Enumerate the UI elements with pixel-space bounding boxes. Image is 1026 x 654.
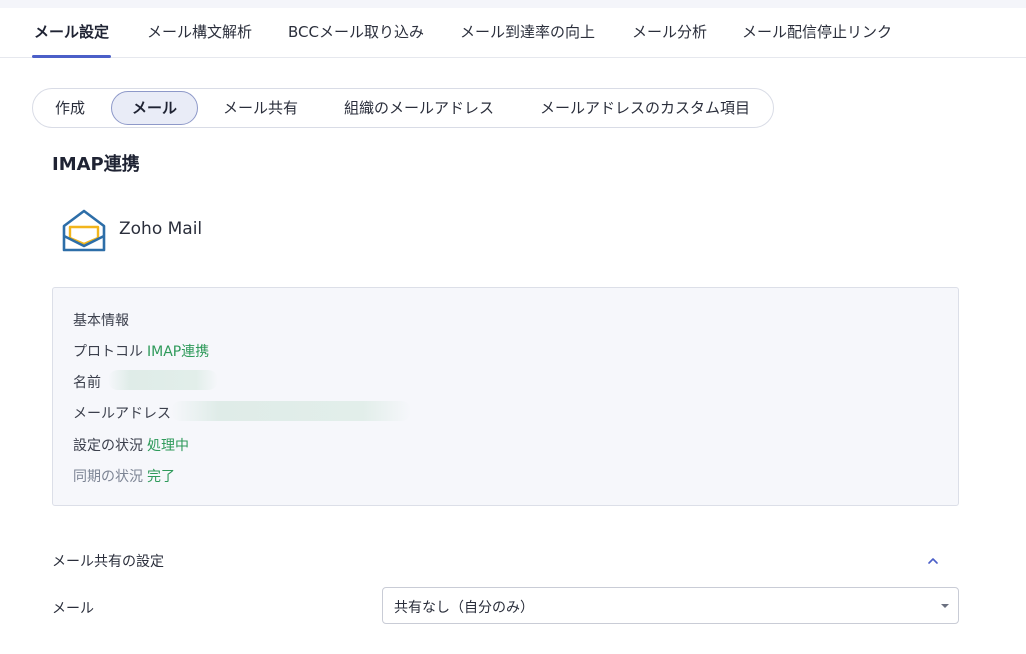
caret-down-icon: [941, 604, 949, 608]
sync-status-row: 同期の状況 完了: [73, 466, 175, 486]
protocol-row: プロトコル IMAP連携: [73, 341, 209, 361]
page: メール設定 メール構文解析 BCCメール取り込み メール到達率の向上 メール分析…: [0, 0, 1026, 654]
basic-info-heading: 基本情報: [73, 313, 129, 329]
sub-tab-org-email[interactable]: 組織のメールアドレス: [344, 89, 494, 127]
main-tab-deliverability[interactable]: メール到達率の向上: [460, 8, 595, 58]
protocol-value: IMAP連携: [147, 344, 210, 360]
protocol-label: プロトコル: [73, 344, 143, 360]
provider-name: Zoho Mail: [119, 219, 203, 239]
mail-sharing-selected-value: 共有なし（自分のみ）: [394, 600, 534, 616]
mail-sharing-field-label: メール: [52, 601, 94, 617]
sync-status-value: 完了: [147, 469, 175, 485]
main-tab-bcc-import[interactable]: BCCメール取り込み: [288, 8, 424, 58]
redacted-name: [108, 370, 218, 390]
name-row: 名前: [73, 372, 101, 392]
sub-tab-mail[interactable]: メール: [111, 91, 198, 125]
name-label: 名前: [73, 375, 101, 391]
open-envelope-icon: [62, 209, 106, 252]
sub-tab-mail-sharing[interactable]: メール共有: [223, 89, 298, 127]
setup-status-value: 処理中: [147, 438, 189, 454]
top-strip: [0, 0, 1026, 8]
main-tab-mail-settings[interactable]: メール設定: [31, 8, 112, 58]
main-tab-mail-analytics[interactable]: メール分析: [632, 8, 707, 58]
setup-status-row: 設定の状況 処理中: [73, 435, 189, 455]
email-label: メールアドレス: [73, 406, 171, 422]
setup-status-label: 設定の状況: [73, 438, 143, 454]
main-tab-mail-parsing[interactable]: メール構文解析: [147, 8, 252, 58]
sub-tab-bar: 作成 メール メール共有 組織のメールアドレス メールアドレスのカスタム項目: [32, 88, 774, 128]
section-title: IMAP連携: [52, 154, 140, 175]
sub-tab-email-custom-fields[interactable]: メールアドレスのカスタム項目: [540, 89, 750, 127]
chevron-up-icon[interactable]: [925, 553, 941, 569]
email-row: メールアドレス: [73, 403, 171, 423]
main-tab-bar: メール設定 メール構文解析 BCCメール取り込み メール到達率の向上 メール分析…: [0, 8, 1026, 58]
sub-tab-compose[interactable]: 作成: [55, 89, 85, 127]
main-tab-unsubscribe-link[interactable]: メール配信停止リンク: [742, 8, 892, 58]
sync-status-label: 同期の状況: [73, 469, 143, 485]
mail-sharing-title: メール共有の設定: [52, 554, 164, 570]
basic-info-box: 基本情報 プロトコル IMAP連携 名前 メールアドレス 設定の状況 処理中 同期の…: [52, 287, 959, 506]
mail-sharing-select[interactable]: 共有なし（自分のみ）: [382, 587, 959, 624]
redacted-email: [171, 401, 411, 421]
